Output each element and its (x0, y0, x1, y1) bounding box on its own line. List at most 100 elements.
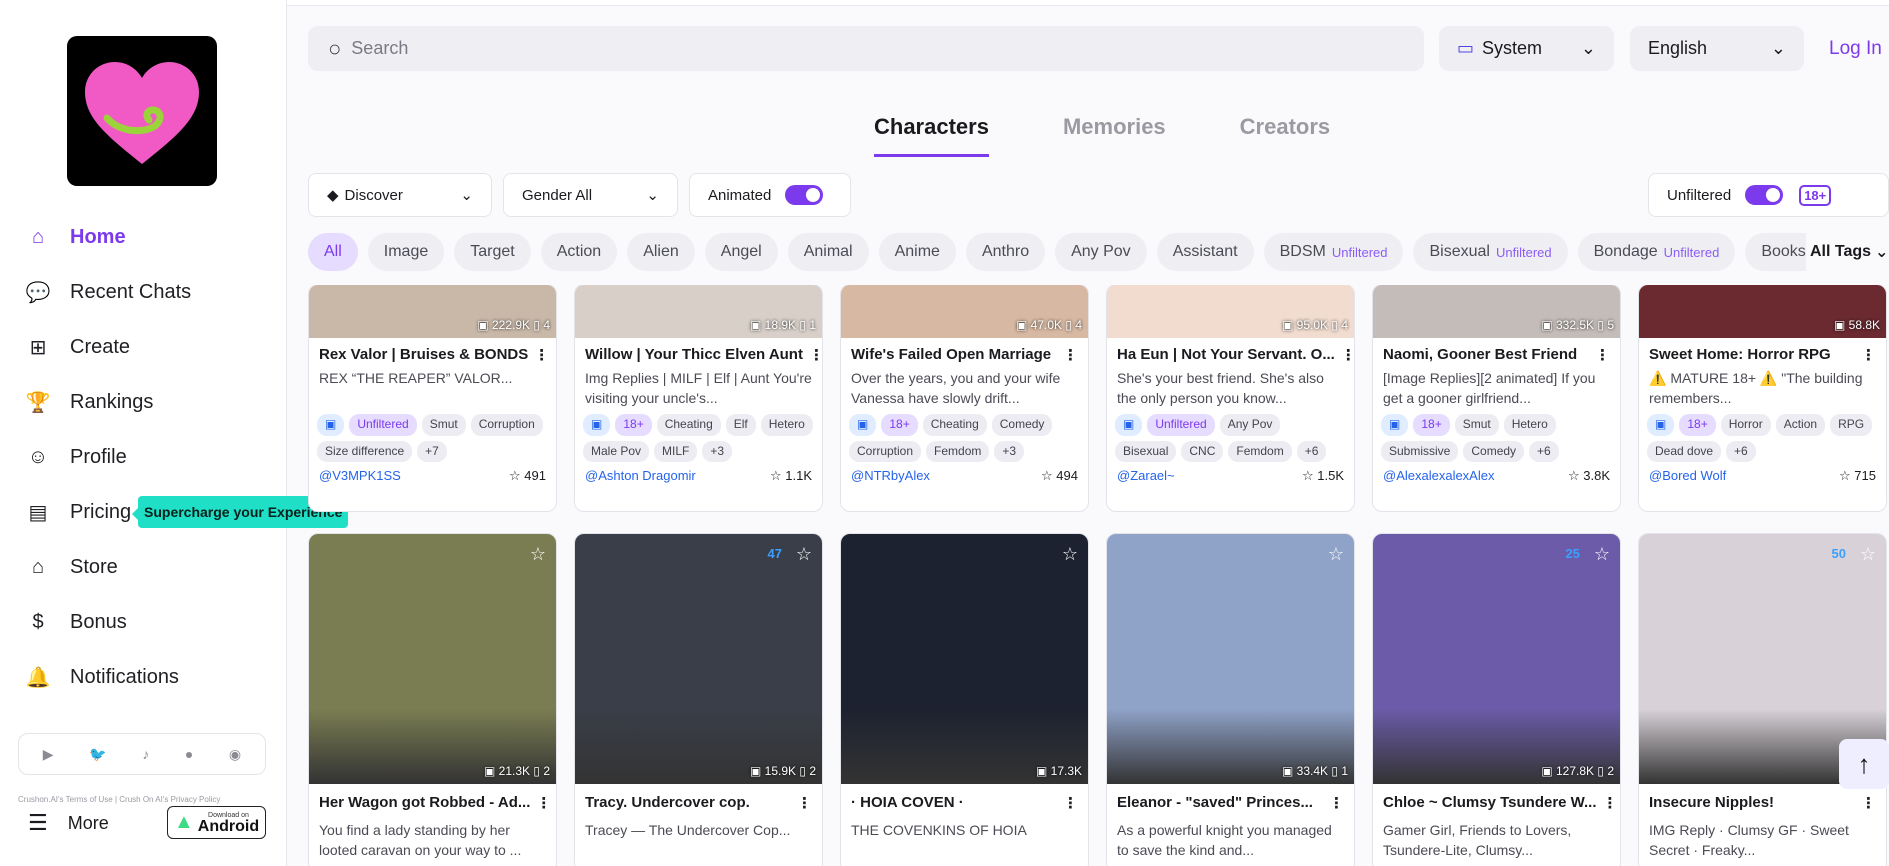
character-card[interactable]: ▣ 332.5K ▯ 5 Naomi, Gooner Best Friend ⋮ [I… (1372, 285, 1621, 512)
star-icon[interactable]: ☆ (1860, 544, 1876, 565)
scroll-to-top-button[interactable]: ↑ (1839, 739, 1889, 789)
card-title[interactable]: · HOIA COVEN · ⋮ (841, 784, 1088, 812)
tag-chip[interactable]: RPG (1830, 414, 1873, 436)
card-title[interactable]: Chloe ~ Clumsy Tsundere W... ⋮ (1373, 784, 1620, 812)
more-button[interactable]: ☰ More (28, 810, 109, 836)
tag-chip[interactable]: Corruption (849, 440, 922, 462)
star-icon[interactable]: ☆ (530, 544, 546, 565)
tag-chip[interactable]: Femdom (1228, 440, 1292, 462)
more-options-icon[interactable]: ⋮ (1861, 794, 1876, 812)
sidebar-item-bonus[interactable]: $ Bonus (24, 595, 191, 650)
card-title[interactable]: Her Wagon got Robbed - Ad... ⋮ (309, 784, 556, 812)
tag-chip[interactable]: Smut (1454, 414, 1499, 436)
author-link[interactable]: @Ashton Dragomir (585, 468, 696, 484)
tag-chip[interactable]: Any Pov (1219, 414, 1281, 436)
character-image[interactable]: ☆ ▣ 17.3K (841, 534, 1088, 784)
tag-chip[interactable]: Cheating (922, 414, 987, 436)
sidebar-item-notifications[interactable]: 🔔 Notifications (24, 650, 191, 705)
tag-all[interactable]: All (308, 233, 358, 271)
character-image[interactable]: ▣ 18.9K ▯ 1 (575, 285, 822, 338)
card-title[interactable]: Eleanor - "saved" Princes... ⋮ (1107, 784, 1354, 812)
tag-angel[interactable]: Angel (704, 233, 778, 271)
tab-characters[interactable]: Characters (874, 114, 989, 157)
sidebar-item-store[interactable]: ⌂ Store (24, 540, 191, 595)
tag-chip[interactable]: Submissive (1381, 440, 1459, 462)
author-link[interactable]: @AlexalexalexAlex (1383, 468, 1494, 484)
more-options-icon[interactable]: ⋮ (1063, 794, 1078, 812)
tag-bdsm[interactable]: BDSM Unfiltered (1263, 233, 1404, 271)
card-title[interactable]: Sweet Home: Horror RPG ⋮ (1639, 338, 1886, 364)
character-image[interactable]: ▣ 332.5K ▯ 5 (1373, 285, 1620, 338)
more-options-icon[interactable]: ⋮ (1329, 794, 1344, 812)
sidebar-item-profile[interactable]: ☺ Profile (24, 430, 191, 485)
author-link[interactable]: @Zarael~ (1117, 468, 1175, 484)
character-image[interactable]: ☆ ▣ 21.3K ▯ 2 (309, 534, 556, 784)
search-input[interactable]: ○ Search (308, 26, 1424, 71)
card-title[interactable]: Wife's Failed Open Marriage ⋮ (841, 338, 1088, 364)
tag-chip[interactable]: +3 (994, 440, 1025, 462)
discover-select[interactable]: ◆ Discover ⌄ (308, 173, 492, 217)
sidebar-item-rankings[interactable]: 🏆 Rankings (24, 375, 191, 430)
more-options-icon[interactable]: ⋮ (809, 346, 822, 364)
sidebar-item-create[interactable]: ⊞ Create (24, 320, 191, 375)
character-card[interactable]: ☆ ▣ 33.4K ▯ 1 Eleanor - "saved" Princes...… (1106, 533, 1355, 866)
all-tags-button[interactable]: All Tags ⌄ (1806, 233, 1889, 271)
gender-select[interactable]: Gender All ⌄ (503, 173, 678, 217)
more-options-icon[interactable]: ⋮ (1063, 346, 1078, 364)
tag-chip[interactable]: Smut (421, 414, 466, 436)
tag-chip[interactable]: +7 (417, 440, 447, 462)
character-image[interactable]: ▣ 222.9K ▯ 4 (309, 285, 556, 338)
tiktok-icon[interactable]: ♪ (142, 746, 149, 762)
tag-chip[interactable]: 18+ (881, 414, 918, 436)
tag-chip[interactable]: Corruption (470, 414, 543, 436)
character-image[interactable]: ▣ 58.8K (1639, 285, 1886, 338)
tag-chip[interactable]: Comedy (1463, 440, 1525, 462)
star-icon[interactable]: ☆ (1328, 544, 1344, 565)
author-link[interactable]: @NTRbyAlex (851, 468, 930, 484)
unfiltered-toggle[interactable]: Unfiltered 18+ (1648, 173, 1889, 217)
star-icon[interactable]: ☆ (1062, 544, 1078, 565)
theme-select[interactable]: ▭ System ⌄ (1439, 26, 1614, 71)
nsfw-18-badge[interactable]: 18+ (1799, 184, 1832, 206)
character-card[interactable]: ☆ 50 Insecure Nipples! ⋮ IMG Reply · Clumsy … (1638, 533, 1887, 866)
discord-icon[interactable]: ◉ (229, 746, 241, 763)
animated-switch[interactable] (785, 185, 824, 205)
tag-chip[interactable]: Hetero (760, 414, 813, 436)
card-title[interactable]: Rex Valor | Bruises & BONDS ⋮ (309, 338, 556, 364)
author-link[interactable]: @V3MPK1SS (319, 468, 401, 484)
star-icon[interactable]: ☆ (796, 544, 812, 565)
login-link[interactable]: Log In (1829, 38, 1882, 60)
language-select[interactable]: English ⌄ (1630, 26, 1804, 71)
tag-chip[interactable]: Cheating (656, 414, 721, 436)
sidebar-item-home[interactable]: ⌂ Home (24, 210, 191, 265)
more-options-icon[interactable]: ⋮ (534, 346, 549, 364)
tag-chip[interactable]: Action (1775, 414, 1826, 436)
character-image[interactable]: ☆ 47 ▣ 15.9K ▯ 2 (575, 534, 822, 784)
tab-creators[interactable]: Creators (1240, 114, 1330, 157)
character-image[interactable]: ☆ 25 ▣ 127.8K ▯ 2 (1373, 534, 1620, 784)
tag-chip[interactable]: Male Pov (583, 440, 650, 462)
tag-alien[interactable]: Alien (627, 233, 695, 271)
card-title[interactable]: Ha Eun | Not Your Servant. O... ⋮ (1107, 338, 1354, 364)
tag-chip[interactable]: Dead dove (1647, 440, 1722, 462)
character-image[interactable]: ☆ ▣ 33.4K ▯ 1 (1107, 534, 1354, 784)
animated-toggle[interactable]: Animated (689, 173, 851, 217)
character-card[interactable]: ▣ 47.0K ▯ 4 Wife's Failed Open Marriage ⋮ O… (840, 285, 1089, 512)
tag-chip[interactable]: Unfiltered (1147, 414, 1215, 436)
more-options-icon[interactable]: ⋮ (1341, 346, 1354, 364)
tag-chip[interactable]: 18+ (1413, 414, 1450, 436)
tag-chip[interactable]: Elf (725, 414, 756, 436)
tag-anthro[interactable]: Anthro (965, 233, 1046, 271)
tag-anime[interactable]: Anime (878, 233, 956, 271)
tag-any-pov[interactable]: Any Pov (1055, 233, 1147, 271)
tag-bondage[interactable]: Bondage Unfiltered (1577, 233, 1736, 271)
character-card[interactable]: ☆ ▣ 17.3K · HOIA COVEN · ⋮ THE COVENKINS OF … (840, 533, 1089, 866)
character-card[interactable]: ▣ 58.8K Sweet Home: Horror RPG ⋮ ⚠️ MATURE … (1638, 285, 1887, 512)
tab-memories[interactable]: Memories (1063, 114, 1166, 157)
footer-links[interactable]: Crushon.AI's Terms of Use | Crush On AI'… (18, 795, 278, 805)
tag-image[interactable]: Image (367, 233, 445, 271)
character-image[interactable]: ▣ 95.0K ▯ 4 (1107, 285, 1354, 338)
app-logo[interactable] (67, 36, 217, 186)
star-icon[interactable]: ☆ (1594, 544, 1610, 565)
tag-chip[interactable]: +6 (1529, 440, 1559, 462)
